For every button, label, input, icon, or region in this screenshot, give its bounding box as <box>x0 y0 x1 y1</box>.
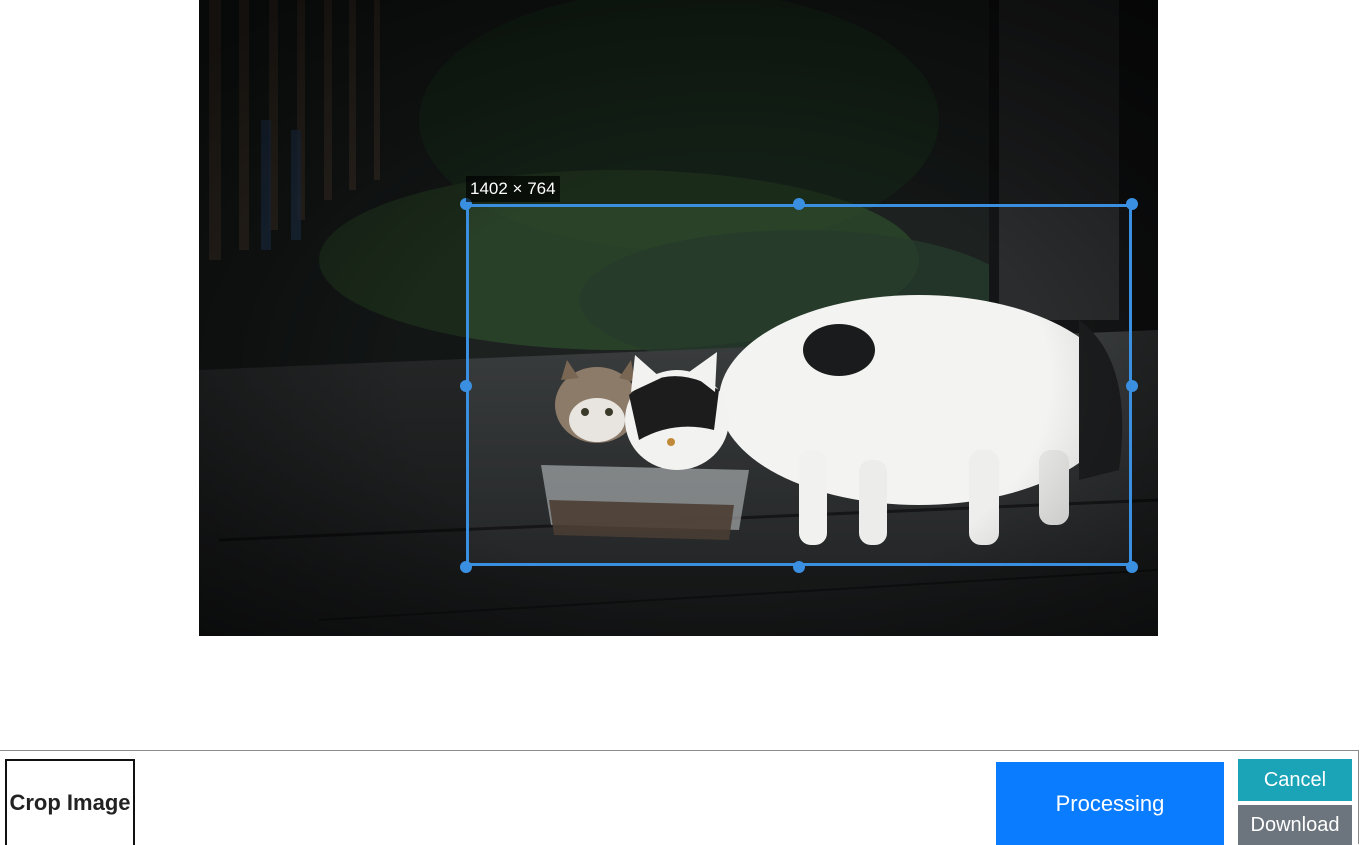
crop-handle-bottom-right[interactable] <box>1126 561 1138 573</box>
bottom-toolbar: Crop Image Processing Cancel Download <box>0 750 1359 845</box>
crop-handle-bottom[interactable] <box>793 561 805 573</box>
crop-stage: 1402 × 764 <box>0 0 1360 750</box>
cancel-button[interactable]: Cancel <box>1238 759 1352 801</box>
crop-handle-bottom-left[interactable] <box>460 561 472 573</box>
download-button[interactable]: Download <box>1238 805 1352 845</box>
processing-button[interactable]: Processing <box>996 762 1224 845</box>
crop-image-title: Crop Image <box>5 759 135 845</box>
crop-handle-top-right[interactable] <box>1126 198 1138 210</box>
crop-size-label: 1402 × 764 <box>466 176 560 202</box>
crop-handle-right[interactable] <box>1126 380 1138 392</box>
crop-handle-left[interactable] <box>460 380 472 392</box>
photo-canvas[interactable]: 1402 × 764 <box>199 0 1158 636</box>
crop-handle-top[interactable] <box>793 198 805 210</box>
crop-selection-box[interactable] <box>466 204 1132 566</box>
